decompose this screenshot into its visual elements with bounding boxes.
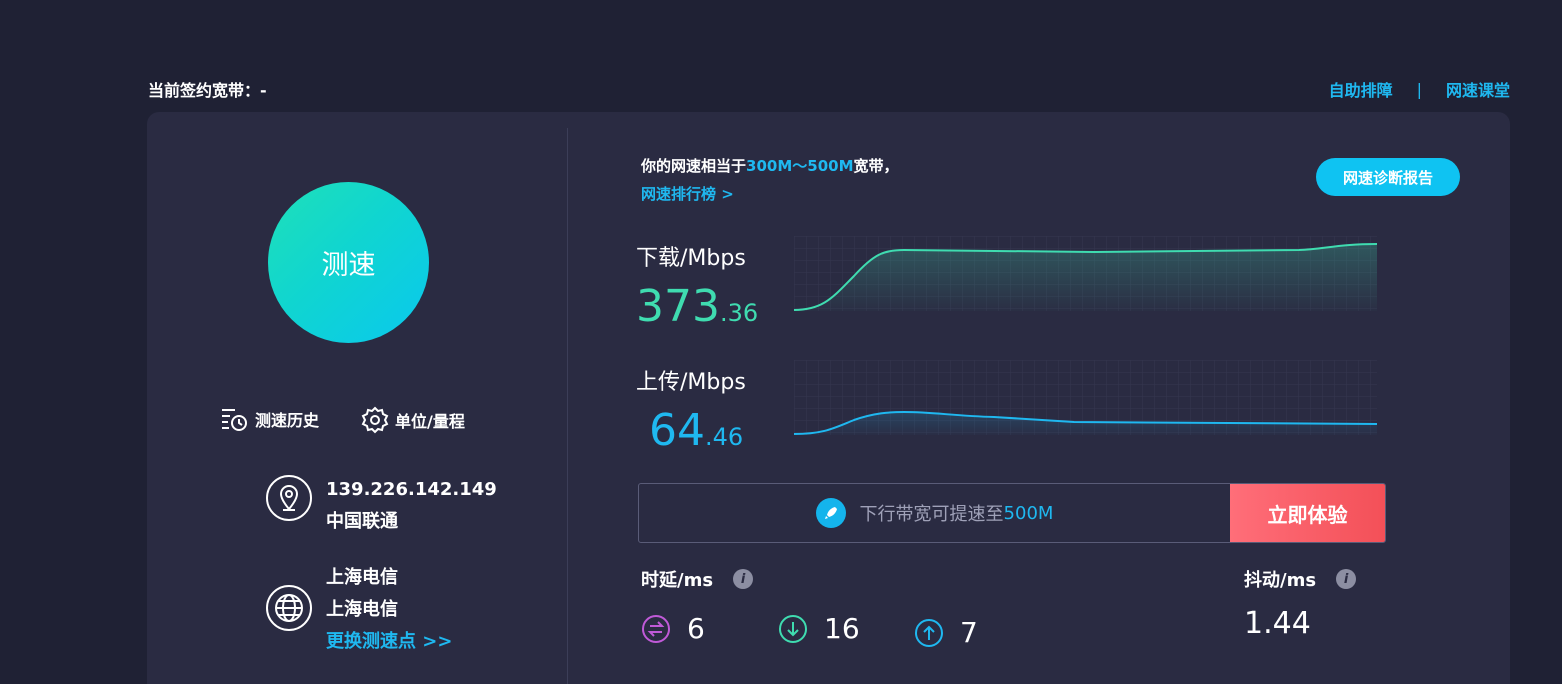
bandwidth-label: 当前签约宽带：- — [148, 81, 267, 100]
swap-icon — [642, 614, 670, 643]
speed-ranking-link[interactable]: 网速排行榜 > — [641, 180, 899, 208]
upload-value: 64.46 — [649, 406, 743, 462]
latency-item: 6 — [641, 612, 705, 645]
globe-icon — [266, 585, 312, 631]
speed-class-link[interactable]: 网速课堂 — [1446, 77, 1510, 101]
download-chart — [794, 236, 1377, 311]
arrow-down-circle-icon — [779, 614, 807, 643]
latency-info-icon[interactable]: i — [733, 569, 754, 589]
unit-label: 单位/量程 — [395, 412, 465, 431]
history-label: 测速历史 — [255, 411, 320, 430]
ip-info: 139.226.142.149 中国联通 — [265, 474, 497, 538]
latency-value-3: 7 — [960, 616, 978, 649]
upgrade-promo: 下行带宽可提速至 500M 立即体验 — [638, 483, 1386, 543]
gear-icon — [361, 406, 389, 434]
rocket-icon — [815, 498, 846, 528]
rate-prefix: 你的网速相当于 — [641, 157, 747, 175]
rate-range: 300M～500M — [746, 157, 854, 175]
download-value: 373.36 — [636, 282, 758, 338]
latency-value-1: 6 — [687, 612, 705, 645]
latency-label: 时延/ms — [641, 570, 714, 591]
latency-item: 7 — [914, 616, 978, 649]
download-dec: .36 — [719, 299, 759, 327]
arrow-up-circle-icon — [915, 618, 943, 647]
upload-dec: .46 — [705, 423, 744, 451]
latency-value-2: 16 — [824, 612, 860, 645]
jitter-value: 1.44 — [1244, 606, 1311, 641]
diagnosis-report-button[interactable]: 网速诊断报告 — [1316, 158, 1460, 196]
isp-name: 中国联通 — [326, 511, 398, 532]
rate-suffix: 宽带， — [853, 157, 899, 175]
promo-text: 下行带宽可提速至 — [859, 504, 1004, 525]
change-node-link[interactable]: 更换测速点 >> — [326, 626, 452, 658]
troubleshoot-link[interactable]: 自助排障 — [1329, 77, 1393, 101]
download-label: 下载/Mbps — [636, 246, 746, 271]
node-info: 上海电信 上海电信 更换测速点 >> — [265, 562, 452, 658]
location-pin-icon — [266, 475, 312, 521]
speedtest-panel: 测速 测速历史 单位/量程 139.226.142.149 中国联通 上海电信 … — [147, 112, 1510, 684]
upload-int: 64 — [649, 405, 705, 456]
header-links: 自助排障 | 网速课堂 — [1329, 77, 1510, 101]
panel-divider — [567, 128, 568, 684]
history-button[interactable]: 测速历史 — [221, 406, 319, 432]
upload-chart — [794, 360, 1377, 435]
jitter-label: 抖动/ms — [1244, 570, 1317, 591]
try-now-button[interactable]: 立即体验 — [1230, 484, 1385, 542]
download-int: 373 — [636, 281, 720, 332]
history-list-icon — [222, 409, 247, 431]
promo-text-area: 下行带宽可提速至 500M — [639, 484, 1230, 542]
latency-header: 时延/ms i — [641, 566, 754, 592]
latency-item: 16 — [778, 612, 860, 645]
promo-highlight: 500M — [1003, 502, 1054, 524]
link-separator: | — [1416, 79, 1422, 99]
node-operator: 上海电信 — [326, 599, 398, 620]
unit-range-button[interactable]: 单位/量程 — [361, 406, 465, 434]
rate-summary: 你的网速相当于300M～500M宽带， 网速排行榜 > — [641, 152, 899, 208]
upload-label: 上传/Mbps — [636, 370, 746, 395]
node-name: 上海电信 — [326, 567, 398, 588]
jitter-info-icon[interactable]: i — [1336, 569, 1357, 589]
ip-address: 139.226.142.149 — [326, 479, 497, 500]
start-speedtest-button[interactable]: 测速 — [268, 182, 429, 343]
jitter-header: 抖动/ms i — [1244, 566, 1357, 592]
